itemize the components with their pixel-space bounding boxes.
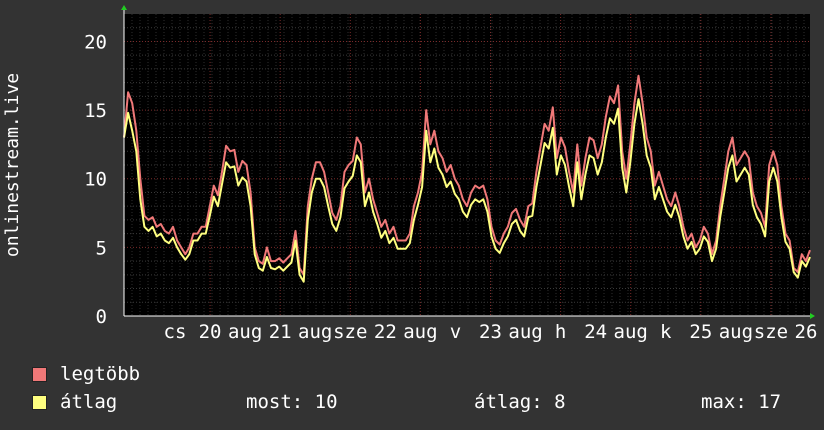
x-tick-label: aug: [403, 321, 437, 343]
x-tick-label: 26: [795, 321, 818, 343]
x-tick-label: aug: [298, 321, 332, 343]
x-tick-label: sze: [754, 321, 788, 343]
x-tick-label: aug: [508, 321, 542, 343]
traffic-chart: 05101520cs 20 aug 21 aug sze 22 aug v 23 aug h 24 aug…: [2, 5, 818, 343]
x-tick-label: aug: [719, 321, 753, 343]
x-tick-label: 20: [199, 321, 222, 343]
legend-avg: átlag: [32, 391, 117, 413]
x-tick-label: h: [555, 321, 566, 343]
x-tick-label: 22: [374, 321, 397, 343]
x-tick-label: 25: [689, 321, 712, 343]
stat-average: átlag: 8: [474, 391, 566, 413]
x-tick-label: k: [660, 321, 672, 343]
legend-max-swatch: [32, 366, 47, 382]
y-tick-label: 5: [96, 237, 107, 259]
x-tick-label: aug: [228, 321, 262, 343]
legend-avg-label: átlag: [60, 391, 118, 413]
legend-max-label: legtöbb: [60, 363, 141, 385]
x-tick-label: aug: [614, 321, 648, 343]
y-axis-arrow: [121, 5, 127, 10]
x-tick-label: sze: [333, 321, 367, 343]
legend-max: legtöbb: [32, 363, 140, 385]
y-tick-label: 15: [84, 100, 107, 122]
stat-now: most: 10: [246, 391, 338, 413]
x-tick-label: v: [450, 321, 461, 343]
x-tick-label: 23: [479, 321, 502, 343]
x-tick-label: 24: [584, 321, 607, 343]
y-tick-label: 20: [84, 31, 107, 53]
legend-avg-swatch: [32, 394, 47, 410]
x-tick-label: 21: [269, 321, 292, 343]
y-tick-label: 0: [96, 306, 107, 328]
x-tick-label: cs: [164, 321, 187, 343]
stat-max: max: 17: [701, 391, 782, 413]
y-axis-label: onlinestream.live: [2, 73, 23, 257]
y-tick-label: 10: [84, 169, 107, 191]
x-axis-arrow: [810, 313, 815, 319]
